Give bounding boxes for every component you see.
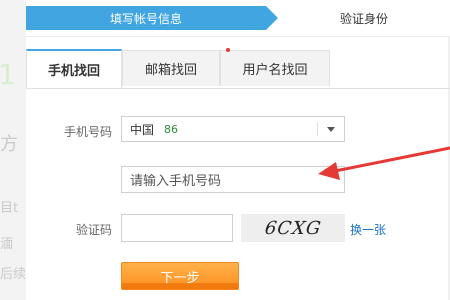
select-divider — [317, 122, 318, 136]
recovery-tabs: 手机找回 邮箱找回 用户名找回 — [26, 49, 450, 89]
background-text-fragment: 1 — [0, 58, 16, 91]
notification-dot — [226, 48, 230, 52]
background-panel: 1 方 目t 湎 后续 — [0, 0, 26, 300]
verification-code-input[interactable] — [121, 214, 233, 242]
background-text-fragment: 湎 — [0, 237, 14, 252]
background-text-fragment: 后续 — [0, 267, 26, 282]
next-step-button[interactable]: 下一步 — [121, 262, 239, 290]
phone-input[interactable]: 请输入手机号码 — [121, 166, 345, 193]
tab-username-recovery[interactable]: 用户名找回 — [220, 50, 330, 86]
tab-email-recovery[interactable]: 邮箱找回 — [122, 50, 220, 86]
country-name: 中国 — [130, 122, 155, 137]
annotation-arrow-icon — [318, 146, 450, 180]
progress-steps: 填写帐号信息 验证身份 — [26, 0, 450, 37]
next-step-label: 下一步 — [160, 270, 200, 286]
tab-phone-recovery[interactable]: 手机找回 — [26, 49, 122, 88]
phone-number-label: 手机号码 — [64, 125, 113, 139]
background-text-fragment: 方 — [0, 134, 18, 155]
caret-down-icon[interactable] — [327, 127, 335, 132]
phone-input-placeholder: 请输入手机号码 — [130, 174, 222, 189]
verification-code-label: 验证码 — [76, 223, 113, 237]
refresh-captcha-link[interactable]: 换一张 — [350, 221, 386, 238]
country-code: 86 — [164, 122, 179, 136]
captcha-text: 6CXG — [263, 217, 323, 239]
captcha-image[interactable]: 6CXG — [241, 214, 345, 242]
background-text-fragment: 目t — [0, 201, 19, 216]
country-select[interactable]: 中国 86 — [121, 116, 345, 142]
step-verify-identity: 验证身份 — [339, 11, 388, 26]
step-fill-account-info: 填写帐号信息 — [26, 6, 278, 30]
